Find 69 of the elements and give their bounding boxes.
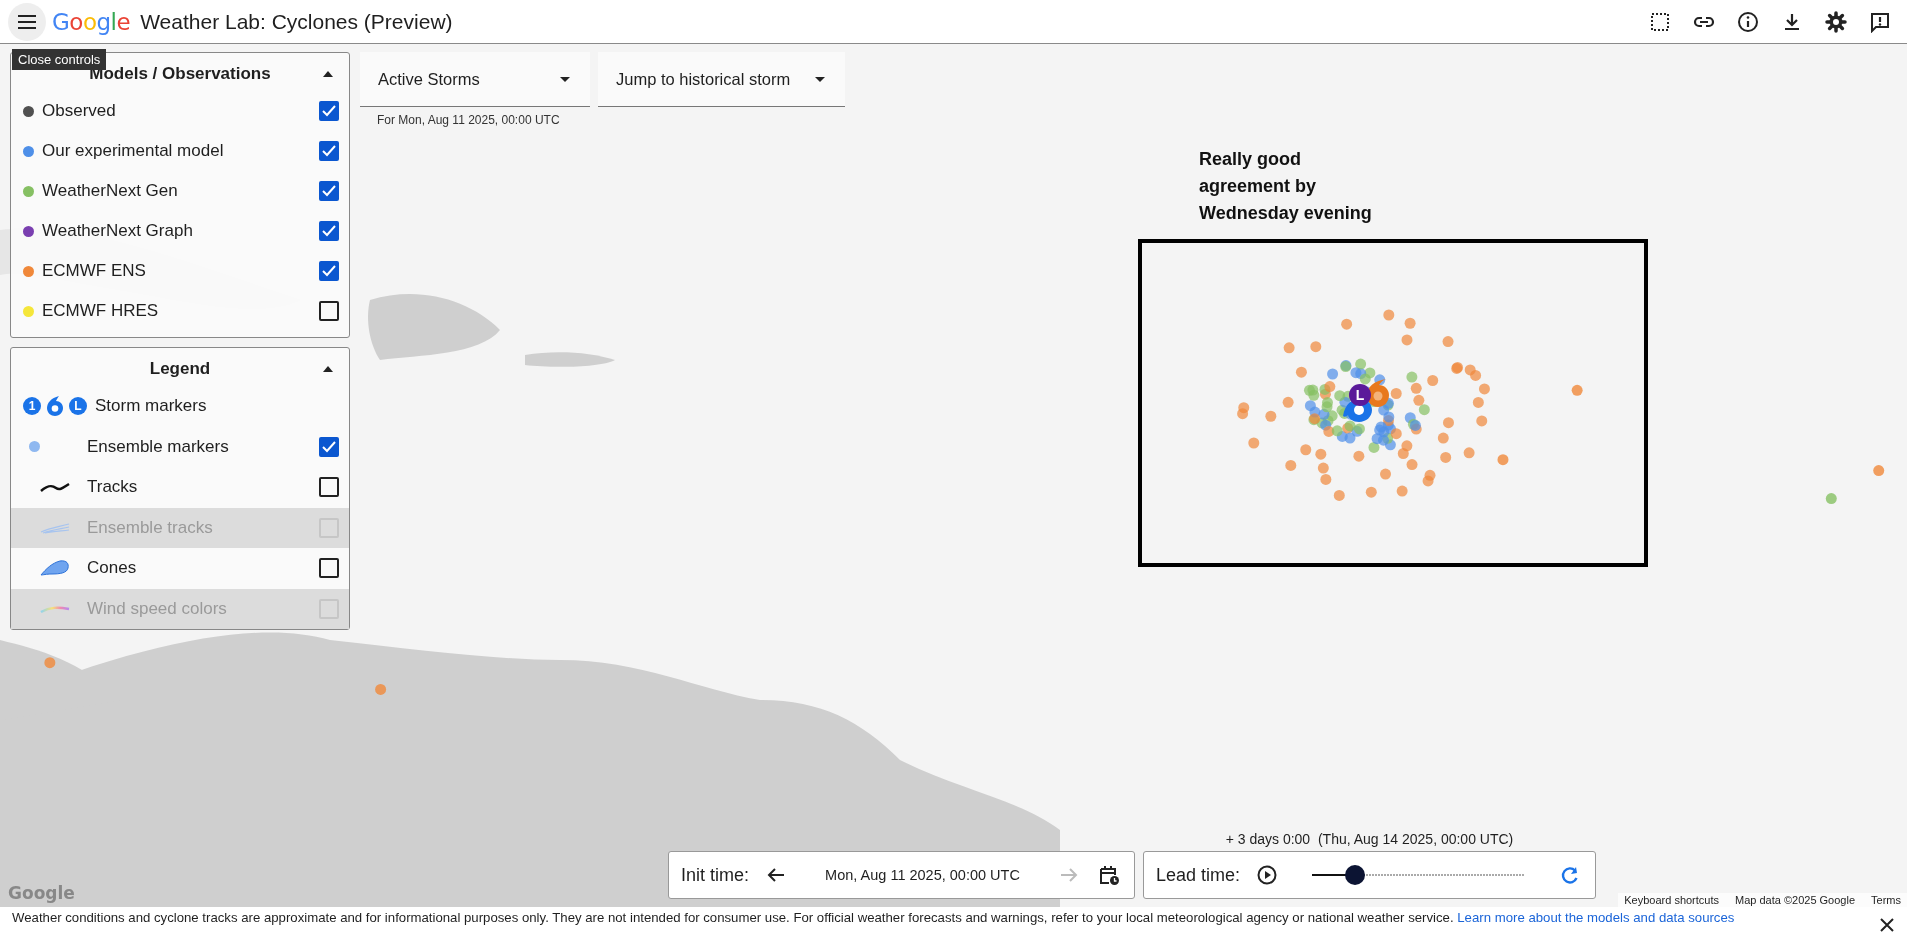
lead-time-label: Lead time: (1156, 864, 1241, 886)
map-footer-link[interactable]: Keyboard shortcuts (1624, 894, 1719, 906)
app-title: Weather Lab: Cyclones (Preview) (140, 9, 453, 34)
dropdown[interactable]: Jump to historical storm (598, 52, 845, 107)
play-icon (1257, 865, 1278, 885)
menu-button[interactable] (8, 2, 46, 41)
close-icon (1880, 918, 1894, 932)
ensemble-marker (44, 657, 56, 669)
refresh-icon (1560, 865, 1580, 885)
storm-number-marker: 1 (23, 397, 41, 416)
legend-label: Cones (87, 558, 138, 579)
caret-icon (323, 71, 333, 77)
model-label: ECMWF HRES (42, 301, 160, 321)
download-icon (1782, 11, 1802, 32)
init-time-value: Mon, Aug 11 2025, 00:00 UTC (824, 867, 1021, 883)
feedback-icon (1869, 10, 1891, 33)
legend-label: Wind speed colors (87, 598, 228, 619)
disclaimer-text: Weather conditions and cyclone tracks are approximate and for informational purposes only. They are not intended for consumer use. For official weather forecasts and warnings, refer to your local meteorological agency or national weather service. Learn more about the models and data sources (12, 909, 1736, 926)
model-label: ECMWF ENS (42, 261, 147, 281)
caret-icon (323, 366, 333, 372)
calendar-clock-icon (1098, 864, 1120, 886)
ensemble-marker (1571, 384, 1583, 396)
learn-more-link[interactable]: Learn more about the models and data sources (1457, 910, 1735, 925)
cyclone-icon (45, 395, 65, 418)
tooltip: Close controls (12, 49, 107, 70)
map-footer-link[interactable]: Map data ©2025 Google (1735, 894, 1856, 906)
checkbox[interactable] (319, 436, 339, 457)
dropdown-caption: For Mon, Aug 11 2025, 00:00 UTC (377, 113, 561, 127)
slider-thumb[interactable] (1344, 865, 1365, 885)
menu-icon (17, 13, 37, 30)
checkbox[interactable] (319, 477, 339, 498)
checkbox[interactable] (319, 101, 339, 121)
model-label: Our experimental model (42, 141, 225, 161)
checkbox[interactable] (319, 301, 339, 321)
low-pressure-marker: L (1349, 384, 1371, 406)
low-pressure-marker: L (69, 397, 87, 416)
annotation-text: Really good agreement by Wednesday evening (1199, 148, 1373, 225)
init-time-label: Init time: (681, 864, 750, 886)
checkbox[interactable] (319, 221, 339, 241)
dropdown[interactable]: Active Storms (360, 52, 590, 107)
legend-label: Ensemble tracks (87, 517, 214, 538)
left-arrow-icon (767, 867, 786, 883)
legend-label: Ensemble markers (87, 436, 230, 457)
checkbox[interactable] (319, 141, 339, 161)
link-icon (1693, 14, 1715, 29)
checkbox[interactable] (319, 181, 339, 201)
checkbox[interactable] (319, 261, 339, 281)
ensemble-marker-icon (29, 441, 40, 453)
lead-time-reading: + 3 days 0:00 (Thu, Aug 14 2025, 00:00 UTC) (1225, 831, 1514, 847)
google-map-logo: Google (8, 883, 75, 903)
caret-icon (560, 76, 570, 82)
settings-icon (1825, 10, 1847, 33)
map-footer-link[interactable]: Terms (1871, 894, 1901, 906)
legend-label: Tracks (87, 477, 139, 498)
info-icon (1737, 10, 1759, 33)
google-logo: Google (52, 8, 131, 35)
caret-icon (815, 76, 825, 82)
right-arrow-icon (1060, 867, 1078, 883)
ensemble-marker (1873, 465, 1885, 477)
legend-label: Storm markers (95, 396, 208, 417)
model-label: WeatherNext Graph (42, 221, 194, 241)
ensemble-marker (375, 683, 387, 695)
model-label: Observed (42, 101, 117, 121)
model-label: WeatherNext Gen (42, 181, 179, 201)
panel-title: Legend (149, 359, 211, 379)
dotted-square-icon (1650, 11, 1670, 32)
ensemble-marker (1497, 454, 1509, 466)
checkbox[interactable] (319, 558, 339, 579)
ensemble-marker (1825, 493, 1837, 505)
